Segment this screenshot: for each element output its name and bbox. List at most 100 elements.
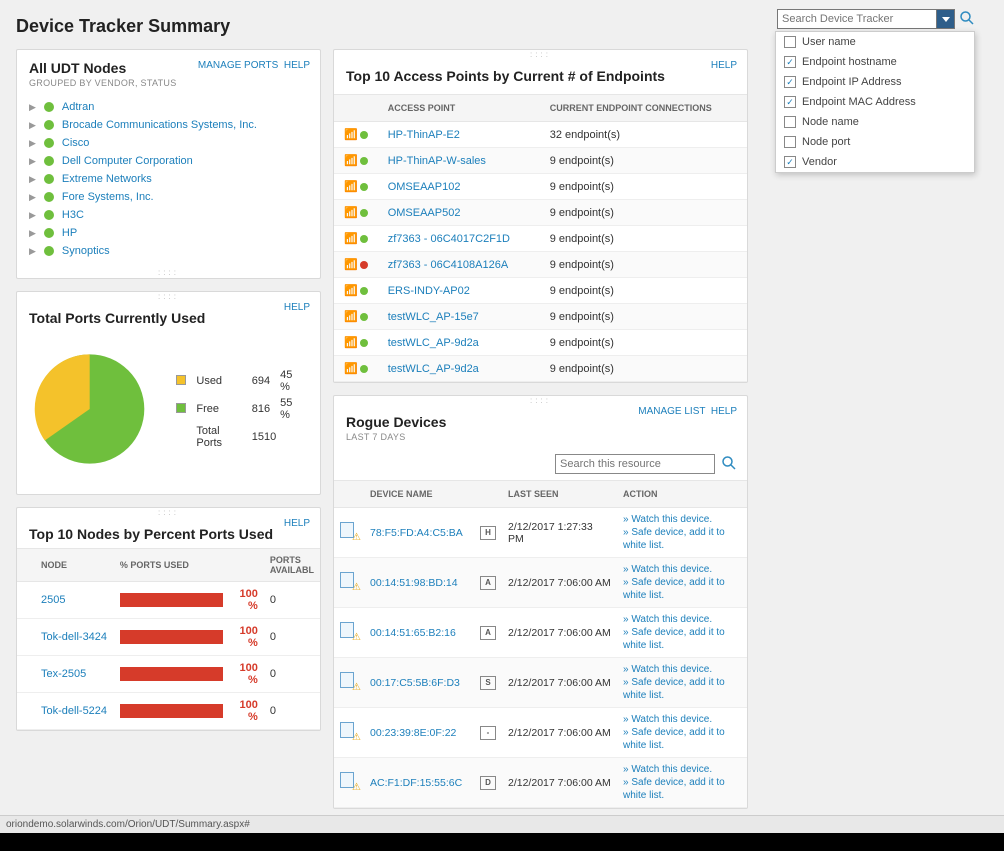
whitelist-link[interactable]: » Safe device, add it to white list. — [623, 526, 741, 552]
vendor-item[interactable]: ▶ Extreme Networks — [17, 170, 320, 188]
vendor-item[interactable]: ▶ Synoptics — [17, 242, 320, 260]
ap-link[interactable]: HP-ThinAP-E2 — [388, 129, 460, 141]
node-link[interactable]: Tok-dell-5224 — [41, 705, 107, 717]
endpoint-count: 9 endpoint(s) — [540, 148, 747, 174]
filter-option[interactable]: ✓Endpoint IP Address — [776, 72, 974, 92]
vendor-link[interactable]: H3C — [62, 209, 84, 221]
ap-icon: 📶 — [344, 154, 368, 167]
filter-option[interactable]: Node port — [776, 132, 974, 152]
ap-link[interactable]: testWLC_AP-9d2a — [388, 337, 479, 349]
search-icon[interactable] — [721, 455, 737, 474]
status-dot — [44, 156, 54, 166]
device-link[interactable]: AC:F1:DF:15:55:6C — [370, 777, 462, 789]
search-icon[interactable] — [959, 10, 975, 29]
pct-value: 100 % — [229, 625, 258, 649]
drag-grip[interactable]: :::: — [17, 292, 320, 300]
help-link[interactable]: HELP — [284, 60, 310, 71]
filter-option[interactable]: ✓Endpoint hostname — [776, 52, 974, 72]
device-link[interactable]: 00:14:51:98:BD:14 — [370, 577, 458, 589]
vendor-link[interactable]: Brocade Communications Systems, Inc. — [62, 119, 257, 131]
watch-link[interactable]: » Watch this device. — [623, 763, 741, 776]
manage-list-link[interactable]: MANAGE LIST — [638, 406, 705, 417]
ap-link[interactable]: testWLC_AP-9d2a — [388, 363, 479, 375]
drag-grip[interactable]: :::: — [334, 50, 747, 58]
ap-link[interactable]: ERS-INDY-AP02 — [388, 285, 470, 297]
watch-link[interactable]: » Watch this device. — [623, 563, 741, 576]
vendor-link[interactable]: Cisco — [62, 137, 90, 149]
endpoint-count: 9 endpoint(s) — [540, 330, 747, 356]
whitelist-link[interactable]: » Safe device, add it to white list. — [623, 626, 741, 652]
ap-link[interactable]: HP-ThinAP-W-sales — [388, 155, 486, 167]
help-link[interactable]: HELP — [711, 406, 737, 417]
ap-link[interactable]: zf7363 - 06C4017C2F1D — [388, 233, 510, 245]
last-seen: 2/12/2017 7:06:00 AM — [502, 708, 617, 758]
expand-icon[interactable]: ▶ — [29, 210, 36, 221]
status-dot — [44, 210, 54, 220]
device-link[interactable]: 78:F5:FD:A4:C5:BA — [370, 527, 463, 539]
ap-link[interactable]: zf7363 - 06C4108A126A — [388, 259, 508, 271]
whitelist-link[interactable]: » Safe device, add it to white list. — [623, 676, 741, 702]
vendor-item[interactable]: ▶ Cisco — [17, 134, 320, 152]
filter-option[interactable]: ✓Endpoint MAC Address — [776, 92, 974, 112]
filter-option[interactable]: Node name — [776, 112, 974, 132]
expand-icon[interactable]: ▶ — [29, 192, 36, 203]
help-link[interactable]: HELP — [284, 518, 310, 529]
expand-icon[interactable]: ▶ — [29, 102, 36, 113]
expand-icon[interactable]: ▶ — [29, 156, 36, 167]
vendor-link[interactable]: Adtran — [62, 101, 94, 113]
checkbox-icon[interactable] — [784, 116, 796, 128]
node-link[interactable]: 2505 — [41, 594, 65, 606]
manage-ports-link[interactable]: MANAGE PORTS — [198, 60, 278, 71]
help-link[interactable]: HELP — [284, 302, 310, 313]
drag-grip[interactable]: :::: — [334, 396, 747, 404]
device-link[interactable]: 00:14:51:65:B2:16 — [370, 627, 456, 639]
ap-link[interactable]: OMSEAAP102 — [388, 181, 461, 193]
vendor-link[interactable]: HP — [62, 227, 77, 239]
help-link[interactable]: HELP — [711, 60, 737, 71]
vendor-item[interactable]: ▶ Brocade Communications Systems, Inc. — [17, 116, 320, 134]
watch-link[interactable]: » Watch this device. — [623, 663, 741, 676]
ap-icon: 📶 — [344, 284, 368, 297]
node-link[interactable]: Tok-dell-3424 — [41, 631, 107, 643]
filter-option[interactable]: User name — [776, 32, 974, 52]
watch-link[interactable]: » Watch this device. — [623, 513, 741, 526]
checkbox-icon[interactable]: ✓ — [784, 56, 796, 68]
node-link[interactable]: Tex-2505 — [41, 668, 86, 680]
resize-grip[interactable]: :::: — [17, 268, 320, 278]
checkbox-icon[interactable] — [784, 36, 796, 48]
whitelist-link[interactable]: » Safe device, add it to white list. — [623, 576, 741, 602]
vendor-item[interactable]: ▶ Fore Systems, Inc. — [17, 188, 320, 206]
checkbox-icon[interactable]: ✓ — [784, 96, 796, 108]
expand-icon[interactable]: ▶ — [29, 246, 36, 257]
checkbox-icon[interactable] — [784, 136, 796, 148]
ap-link[interactable]: OMSEAAP502 — [388, 207, 461, 219]
vendor-item[interactable]: ▶ Adtran — [17, 98, 320, 116]
vendor-link[interactable]: Fore Systems, Inc. — [62, 191, 154, 203]
ap-icon: 📶 — [344, 232, 368, 245]
filter-option[interactable]: ✓Vendor — [776, 152, 974, 172]
vendor-link[interactable]: Extreme Networks — [62, 173, 152, 185]
vendor-item[interactable]: ▶ Dell Computer Corporation — [17, 152, 320, 170]
expand-icon[interactable]: ▶ — [29, 228, 36, 239]
device-link[interactable]: 00:23:39:8E:0F:22 — [370, 727, 456, 739]
panel-title: Total Ports Currently Used — [29, 310, 308, 326]
vendor-link[interactable]: Dell Computer Corporation — [62, 155, 193, 167]
device-link[interactable]: 00:17:C5:5B:6F:D3 — [370, 677, 460, 689]
vendor-item[interactable]: ▶ HP — [17, 224, 320, 242]
checkbox-icon[interactable]: ✓ — [784, 76, 796, 88]
drag-grip[interactable]: :::: — [17, 508, 320, 516]
watch-link[interactable]: » Watch this device. — [623, 713, 741, 726]
checkbox-icon[interactable]: ✓ — [784, 156, 796, 168]
vendor-item[interactable]: ▶ H3C — [17, 206, 320, 224]
search-dropdown-toggle[interactable] — [937, 9, 955, 29]
vendor-link[interactable]: Synoptics — [62, 245, 110, 257]
expand-icon[interactable]: ▶ — [29, 120, 36, 131]
whitelist-link[interactable]: » Safe device, add it to white list. — [623, 726, 741, 752]
search-input[interactable] — [777, 9, 937, 29]
whitelist-link[interactable]: » Safe device, add it to white list. — [623, 776, 741, 802]
ap-link[interactable]: testWLC_AP-15e7 — [388, 311, 479, 323]
expand-icon[interactable]: ▶ — [29, 174, 36, 185]
rogue-search-input[interactable] — [555, 454, 715, 474]
expand-icon[interactable]: ▶ — [29, 138, 36, 149]
watch-link[interactable]: » Watch this device. — [623, 613, 741, 626]
